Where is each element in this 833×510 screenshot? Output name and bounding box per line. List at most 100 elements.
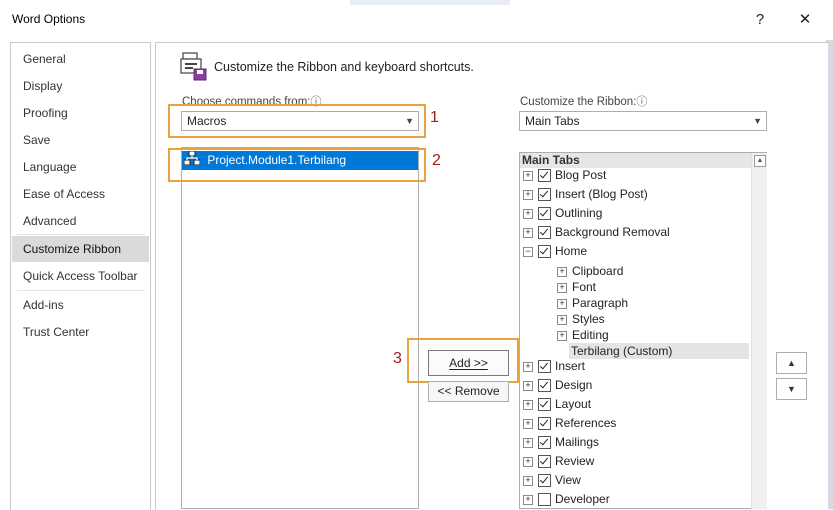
sidebar-item-add-ins[interactable]: Add-ins	[12, 292, 149, 318]
window-title: Word Options	[12, 12, 86, 26]
sidebar-divider	[17, 234, 145, 235]
title-bar	[0, 0, 833, 40]
move-up-button[interactable]: ▲	[776, 352, 807, 374]
checkbox[interactable]	[538, 360, 551, 374]
tree-item-home[interactable]: − Home	[523, 242, 587, 261]
tree-item-review[interactable]: + Review	[523, 452, 594, 471]
tree-scrollbar[interactable]: ▲	[751, 153, 767, 509]
tree-item-mailings[interactable]: + Mailings	[523, 433, 599, 452]
sidebar-item-customize-ribbon[interactable]: Customize Ribbon	[12, 236, 149, 262]
expand-icon[interactable]: +	[523, 208, 533, 219]
scroll-up-icon[interactable]: ▲	[754, 155, 766, 167]
tree-item-developer[interactable]: + Developer	[523, 490, 610, 509]
tree-item-terbilang-custom[interactable]: Terbilang (Custom)	[569, 343, 749, 359]
tree-item-label: Insert	[555, 359, 586, 373]
expand-icon[interactable]: +	[557, 282, 567, 293]
expand-icon[interactable]: +	[557, 330, 567, 341]
checkbox[interactable]	[538, 455, 551, 469]
annotation-box-3	[407, 338, 519, 383]
expand-icon[interactable]: +	[557, 314, 567, 325]
checkbox[interactable]	[538, 474, 551, 488]
tree-item-background-removal[interactable]: + Background Removal	[523, 223, 670, 242]
sidebar-item-general[interactable]: General	[12, 46, 149, 72]
tree-item-label: View	[555, 473, 581, 487]
tree-item-label: Mailings	[555, 435, 600, 449]
sidebar-item-proofing[interactable]: Proofing	[12, 100, 149, 126]
expand-icon[interactable]: +	[523, 437, 533, 448]
tree-item-view[interactable]: + View	[523, 471, 581, 490]
help-button[interactable]: ?	[746, 8, 774, 32]
collapse-icon[interactable]: −	[523, 246, 533, 257]
expand-icon[interactable]: +	[523, 170, 533, 181]
annotation-box-1	[168, 104, 426, 138]
sidebar-item-save[interactable]: Save	[12, 127, 149, 153]
customize-ribbon-label-text: Customize the Ribbon:	[520, 96, 637, 108]
checkbox[interactable]	[538, 436, 551, 450]
checkbox[interactable]	[538, 188, 551, 202]
tree-item-blog-post[interactable]: + Blog Post	[523, 166, 606, 185]
sidebar-item-quick-access-toolbar[interactable]: Quick Access Toolbar	[12, 263, 149, 289]
commands-list[interactable]	[181, 147, 419, 509]
sidebar-item-language[interactable]: Language	[12, 154, 149, 180]
expand-icon[interactable]: +	[523, 494, 533, 505]
expand-icon[interactable]: +	[523, 418, 533, 429]
info-icon: ⓘ	[636, 96, 648, 108]
sidebar-item-ease-of-access[interactable]: Ease of Access	[12, 181, 149, 207]
tree-item-label: Home	[555, 244, 588, 258]
sidebar-item-advanced[interactable]: Advanced	[12, 208, 149, 234]
annotation-box-2	[168, 148, 426, 182]
checkbox[interactable]	[538, 169, 551, 183]
tree-item-layout[interactable]: + Layout	[523, 395, 591, 414]
close-icon[interactable]: ✕	[791, 8, 819, 32]
expand-icon[interactable]: +	[523, 361, 533, 372]
expand-icon[interactable]: +	[523, 399, 533, 410]
page-heading: Customize the Ribbon and keyboard shortc…	[214, 60, 474, 74]
tree-item-label: Styles	[572, 312, 605, 326]
checkbox[interactable]	[538, 417, 551, 431]
tree-item-insert[interactable]: + Insert	[523, 357, 585, 376]
tree-item-insert-blog-post[interactable]: + Insert (Blog Post)	[523, 185, 648, 204]
tree-item-label: Insert (Blog Post)	[555, 187, 648, 201]
annotation-number-2: 2	[432, 152, 441, 169]
checkbox[interactable]	[538, 398, 551, 412]
remove-button[interactable]: << Remove	[428, 381, 509, 402]
checkbox[interactable]	[538, 226, 551, 240]
checkbox[interactable]	[538, 493, 551, 507]
expand-icon[interactable]: +	[523, 475, 533, 486]
tree-item-label: Editing	[572, 328, 609, 342]
tree-item-label: Layout	[555, 397, 592, 411]
checkbox[interactable]	[538, 379, 551, 393]
tree-item-outlining[interactable]: + Outlining	[523, 204, 602, 223]
move-down-button[interactable]: ▼	[776, 378, 807, 400]
expand-icon[interactable]: +	[523, 456, 533, 467]
expand-icon[interactable]: +	[557, 298, 567, 309]
tree-item-label: Clipboard	[572, 264, 624, 278]
tree-item-label: Outlining	[555, 206, 603, 220]
tree-item-label: Paragraph	[572, 296, 629, 310]
tree-item-label: Background Removal	[555, 225, 670, 239]
tree-item-label: Blog Post	[555, 168, 607, 182]
checkbox[interactable]	[538, 207, 551, 221]
sidebar-item-display[interactable]: Display	[12, 73, 149, 99]
sidebar-divider	[17, 290, 145, 291]
sidebar: General Display Proofing Save Language E…	[10, 42, 151, 510]
tree-item-label: References	[555, 416, 617, 430]
tree-item-label: Design	[555, 378, 593, 392]
customize-ribbon-value: Main Tabs	[525, 114, 580, 128]
annotation-number-1: 1	[430, 109, 439, 126]
tree-item-design[interactable]: + Design	[523, 376, 592, 395]
sidebar-item-trust-center[interactable]: Trust Center	[12, 319, 149, 345]
expand-icon[interactable]: +	[557, 266, 567, 277]
expand-icon[interactable]: +	[523, 380, 533, 391]
annotation-number-3: 3	[393, 350, 402, 367]
customize-ribbon-icon	[180, 51, 208, 81]
expand-icon[interactable]: +	[523, 189, 533, 200]
expand-icon[interactable]: +	[523, 227, 533, 238]
tree-item-label: Review	[555, 454, 595, 468]
background-window-strip	[350, 0, 510, 5]
customize-ribbon-dropdown[interactable]: Main Tabs ▼	[519, 111, 767, 131]
tree-item-references[interactable]: + References	[523, 414, 616, 433]
customize-ribbon-label: Customize the Ribbon:ⓘ	[520, 93, 647, 109]
checkbox[interactable]	[538, 245, 551, 259]
tree-item-label: Font	[572, 280, 597, 294]
